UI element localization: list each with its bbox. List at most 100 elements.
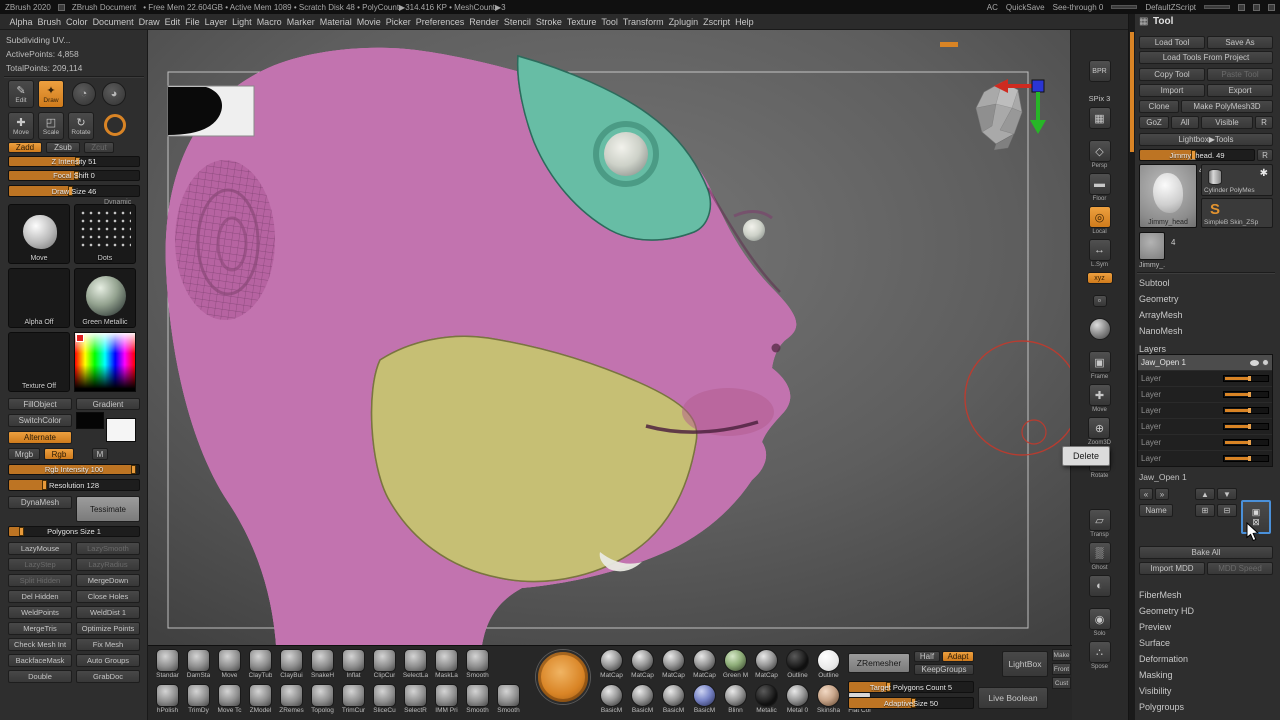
shelf-button[interactable]: ▱ Transp: [1088, 509, 1111, 539]
current-material-tile[interactable]: Green Metallic: [74, 268, 136, 328]
layer-down-button[interactable]: ▼: [1217, 488, 1237, 500]
layer-row[interactable]: Layer: [1138, 403, 1272, 419]
shelf-button[interactable]: ⊕ Zoom3D: [1088, 417, 1111, 447]
left-panel-button[interactable]: Optimize Points: [76, 622, 140, 635]
subpalette-header[interactable]: Surface: [1139, 636, 1194, 652]
draw-size-slider[interactable]: Draw Size 46: [8, 185, 140, 197]
subpalette-header[interactable]: Geometry: [1139, 292, 1183, 308]
current-brush-large-icon[interactable]: [536, 650, 590, 704]
material-thumb[interactable]: BasicM: [689, 684, 720, 715]
shelf-button[interactable]: [1088, 318, 1111, 348]
brush-thumb[interactable]: Move Tc: [214, 684, 245, 715]
brush-thumb[interactable]: MaskLa: [431, 649, 462, 680]
left-panel-button[interactable]: LazyMouse: [8, 542, 72, 555]
shelf-button[interactable]: ✚ Move: [1088, 384, 1111, 414]
brush-thumb[interactable]: SliceCu: [369, 684, 400, 715]
bake-all-button[interactable]: Bake All: [1139, 546, 1273, 559]
mrgb-button[interactable]: Mrgb: [8, 448, 40, 460]
target-polygons-slider[interactable]: Target Polygons Count 5: [848, 681, 974, 693]
titlebar-icon-3[interactable]: [1268, 3, 1275, 11]
left-panel-button[interactable]: Auto Groups: [76, 654, 140, 667]
make-polymesh3d-button[interactable]: Make PolyMesh3D: [1181, 100, 1273, 113]
material-thumb[interactable]: BasicM: [596, 684, 627, 715]
rotate-button[interactable]: ↻ Rotate: [68, 112, 94, 140]
material-thumb[interactable]: Metal 0: [782, 684, 813, 715]
menu-item[interactable]: Help: [733, 14, 757, 30]
brush-thumb[interactable]: SelectLa: [400, 649, 431, 680]
menu-item[interactable]: Movie: [354, 14, 383, 30]
zadd-button[interactable]: Zadd: [8, 142, 42, 153]
resolution-slider[interactable]: Resolution 128: [8, 479, 140, 491]
left-panel-button[interactable]: LazySmooth: [76, 542, 140, 555]
menu-item[interactable]: Layer: [202, 14, 230, 30]
brush-thumb[interactable]: SelectR: [400, 684, 431, 715]
panel-scrollbar[interactable]: [1129, 14, 1135, 720]
brush-thumb[interactable]: ClayBui: [276, 649, 307, 680]
gradient-button[interactable]: Gradient: [76, 398, 140, 410]
menu-item[interactable]: Stroke: [533, 14, 564, 30]
menu-item[interactable]: Light: [230, 14, 255, 30]
brush-thumb[interactable]: ClayTub: [245, 649, 276, 680]
shelf-button[interactable]: BPR: [1088, 60, 1111, 90]
menu-item[interactable]: Zplugin: [666, 14, 701, 30]
scale-button[interactable]: ◰ Scale: [38, 112, 64, 140]
left-panel-button[interactable]: Del Hidden: [8, 590, 72, 603]
brush-thumb[interactable]: IMM Pri: [431, 684, 462, 715]
goz-r-button[interactable]: R: [1255, 116, 1273, 129]
brush-thumb[interactable]: SnakeH: [307, 649, 338, 680]
left-panel-button[interactable]: BackfaceMask: [8, 654, 72, 667]
keepgroups-button[interactable]: KeepGroups: [914, 664, 974, 675]
shelf-button[interactable]: ▣ Frame: [1088, 351, 1111, 381]
m-button[interactable]: M: [92, 448, 108, 460]
subpalette-header[interactable]: Polygroups: [1139, 700, 1194, 716]
export-button[interactable]: Export: [1207, 84, 1273, 97]
zsub-button[interactable]: Zsub: [46, 142, 80, 153]
menu-item[interactable]: Render: [467, 14, 502, 30]
tool-slot-cylinder[interactable]: ✱ Cylinder PolyMes: [1201, 164, 1273, 196]
layer-row[interactable]: Layer: [1138, 419, 1272, 435]
goz-visible-button[interactable]: Visible: [1201, 116, 1253, 129]
menu-item[interactable]: Transform: [620, 14, 666, 30]
menu-item[interactable]: Alpha: [7, 14, 35, 30]
polygons-size-slider[interactable]: Polygons Size 1: [8, 526, 140, 537]
lightbox-tools-button[interactable]: Lightbox▶Tools: [1139, 133, 1273, 146]
shelf-button[interactable]: ▦: [1088, 107, 1111, 137]
z-intensity-slider[interactable]: Z Intensity 51: [8, 156, 140, 167]
menu-item[interactable]: Preferences: [413, 14, 467, 30]
adaptive-size-slider[interactable]: AdaptiveSize 50: [848, 697, 974, 709]
right-eyeball[interactable]: [743, 219, 765, 241]
layer-record-icon[interactable]: [1262, 359, 1269, 366]
move-button[interactable]: ✚ Move: [8, 112, 34, 140]
layer-row[interactable]: Jaw_Open 1: [1138, 355, 1272, 371]
menu-item[interactable]: Brush: [35, 14, 64, 30]
material-thumb[interactable]: Skinsha: [813, 684, 844, 715]
shelf-button[interactable]: SPix 3: [1089, 93, 1111, 104]
load-tools-from-project-button[interactable]: Load Tools From Project: [1139, 51, 1273, 64]
subpalette-header[interactable]: Preview: [1139, 620, 1194, 636]
menu-item[interactable]: Document: [90, 14, 136, 30]
alt-color-swatch[interactable]: [106, 418, 136, 442]
rgb-button[interactable]: Rgb: [44, 448, 74, 460]
layer-row[interactable]: Layer: [1138, 435, 1272, 451]
goz-all-button[interactable]: All: [1171, 116, 1199, 129]
menu-item[interactable]: Material: [317, 14, 354, 30]
layer-intensity-slider[interactable]: [1223, 455, 1269, 462]
restore-button[interactable]: R: [1257, 149, 1273, 161]
menu-item[interactable]: Edit: [162, 14, 183, 30]
brush-thumb[interactable]: Smooth: [493, 684, 524, 715]
layer-eye-icon[interactable]: [1250, 359, 1259, 366]
titlebar-icon-1[interactable]: [1238, 3, 1245, 11]
layer-back-button[interactable]: «: [1139, 488, 1153, 500]
brush-thumb[interactable]: TrimCur: [338, 684, 369, 715]
menu-item[interactable]: Color: [64, 14, 91, 30]
seethrough-slider[interactable]: [1111, 5, 1138, 9]
menu-item[interactable]: Draw: [136, 14, 162, 30]
mdd-speed-button[interactable]: MDD Speed: [1207, 562, 1273, 575]
left-eyeball[interactable]: [604, 132, 648, 176]
subpalette-header[interactable]: FiberMesh: [1139, 588, 1194, 604]
shelf-button[interactable]: ◎ Local: [1088, 206, 1111, 236]
brush-thumb[interactable]: ClipCur: [369, 649, 400, 680]
brush-thumb[interactable]: Smooth: [462, 684, 493, 715]
active-tool-thumbnail[interactable]: Jimmy_head: [1139, 164, 1197, 228]
tool-slot-simplebrush[interactable]: S SimpleB Skin_ZSp: [1201, 198, 1273, 228]
